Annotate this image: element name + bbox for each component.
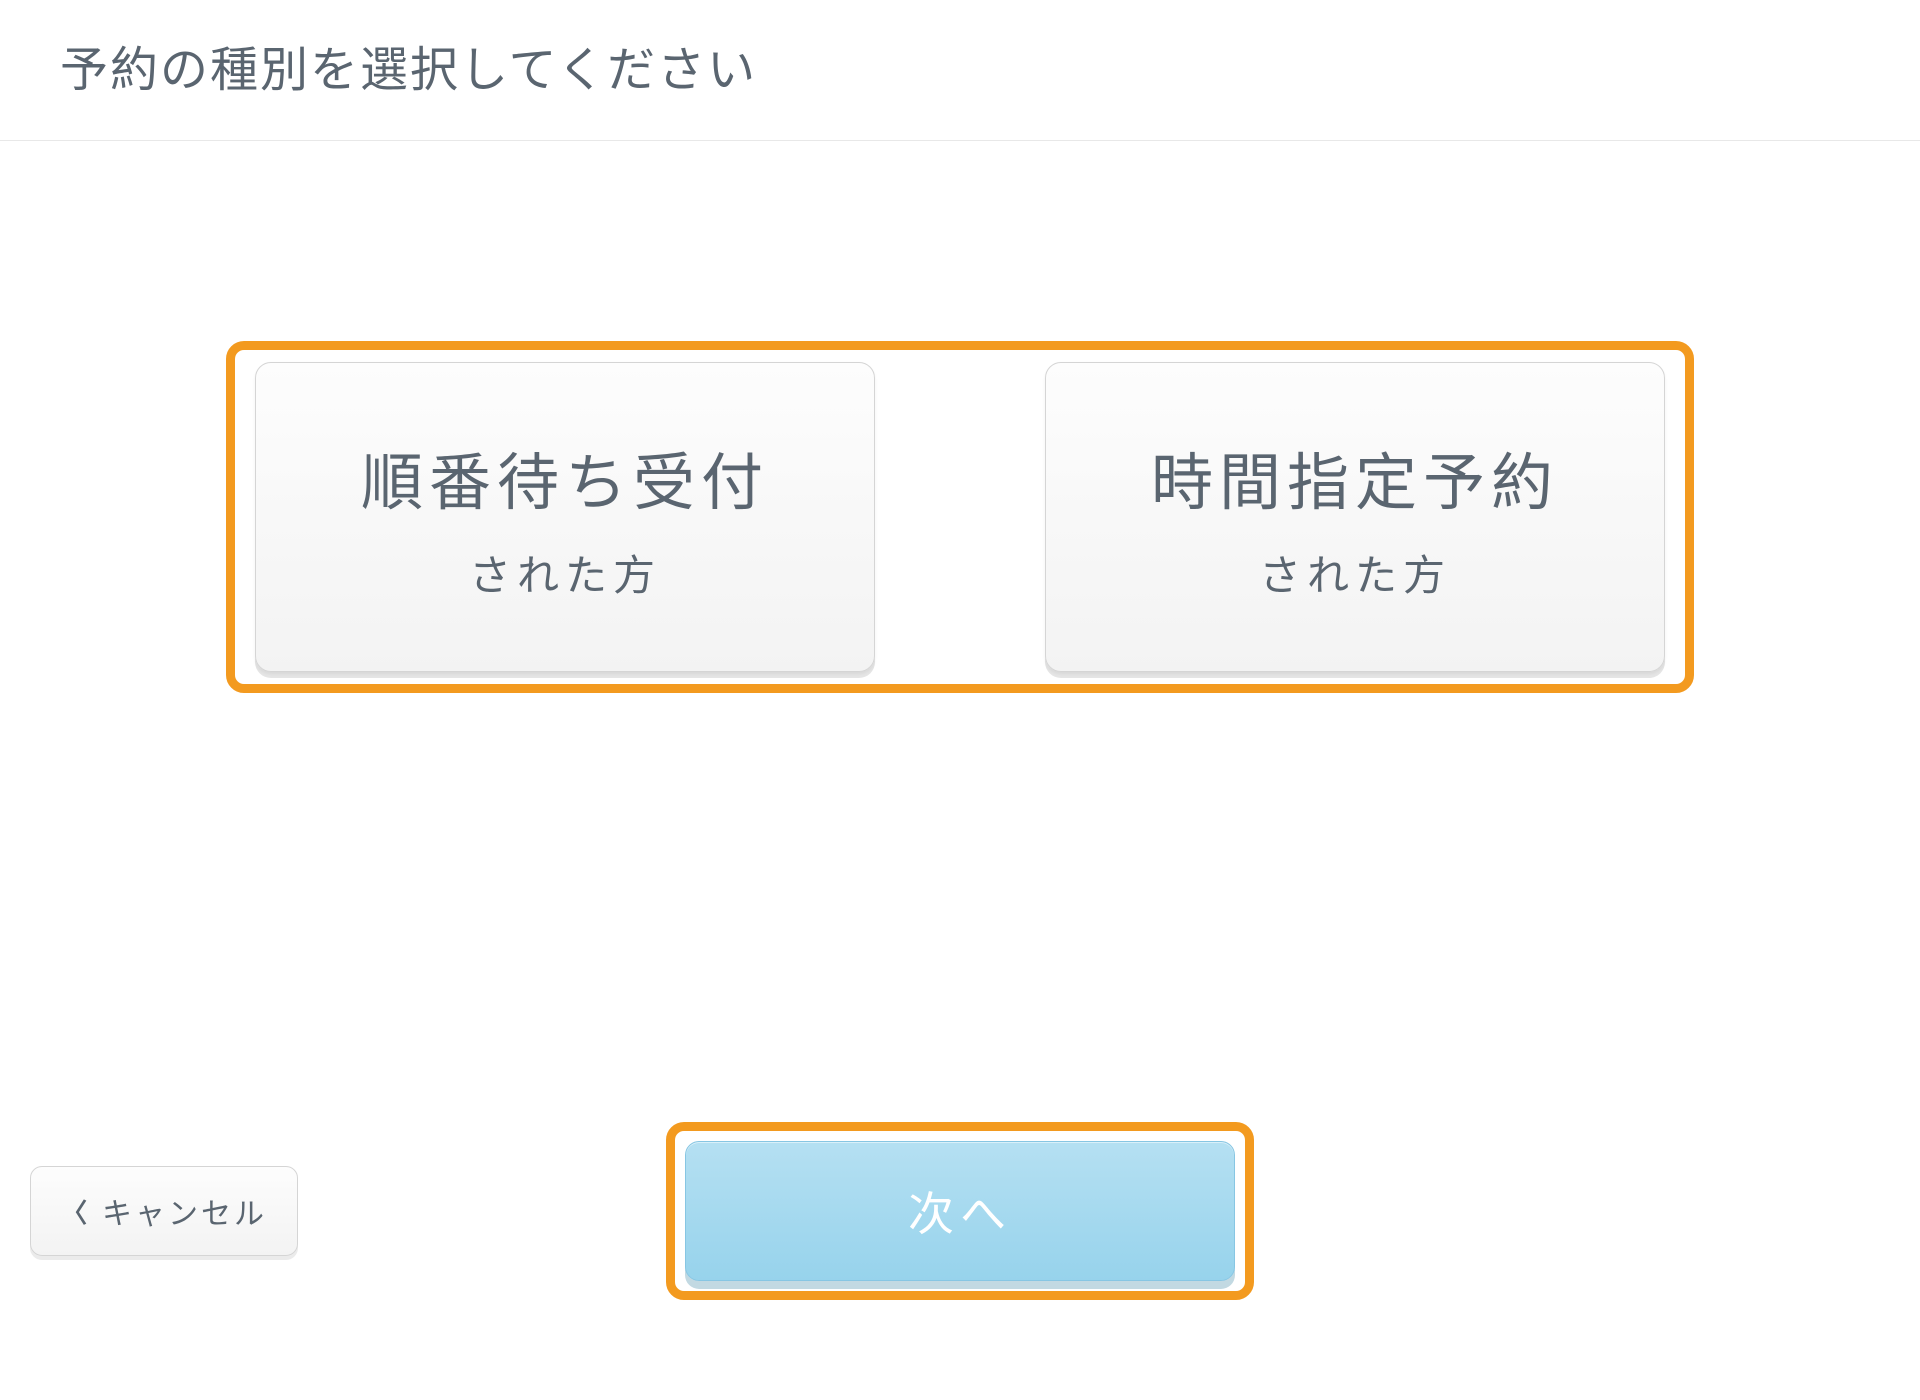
next-button[interactable]: 次へ <box>685 1141 1235 1281</box>
page-title: 予約の種別を選択してください <box>60 30 1860 100</box>
cancel-label: キャンセル <box>102 1189 267 1233</box>
footer: 〈 キャンセル 次へ <box>0 1122 1920 1300</box>
next-label: 次へ <box>908 1178 1012 1244</box>
cancel-button[interactable]: 〈 キャンセル <box>30 1166 298 1256</box>
option-title: 順番待ち受付 <box>361 432 769 522</box>
option-subtitle: された方 <box>469 542 661 603</box>
queue-reception-option[interactable]: 順番待ち受付 された方 <box>255 362 875 672</box>
option-title: 時間指定予約 <box>1151 432 1559 522</box>
reservation-type-group: 順番待ち受付 された方 時間指定予約 された方 <box>226 341 1694 693</box>
time-reservation-option[interactable]: 時間指定予約 された方 <box>1045 362 1665 672</box>
option-subtitle: された方 <box>1259 542 1451 603</box>
next-button-highlight: 次へ <box>666 1122 1254 1300</box>
chevron-left-icon: 〈 <box>61 1193 90 1230</box>
content-area: 順番待ち受付 された方 時間指定予約 された方 <box>0 141 1920 693</box>
header: 予約の種別を選択してください <box>0 0 1920 141</box>
